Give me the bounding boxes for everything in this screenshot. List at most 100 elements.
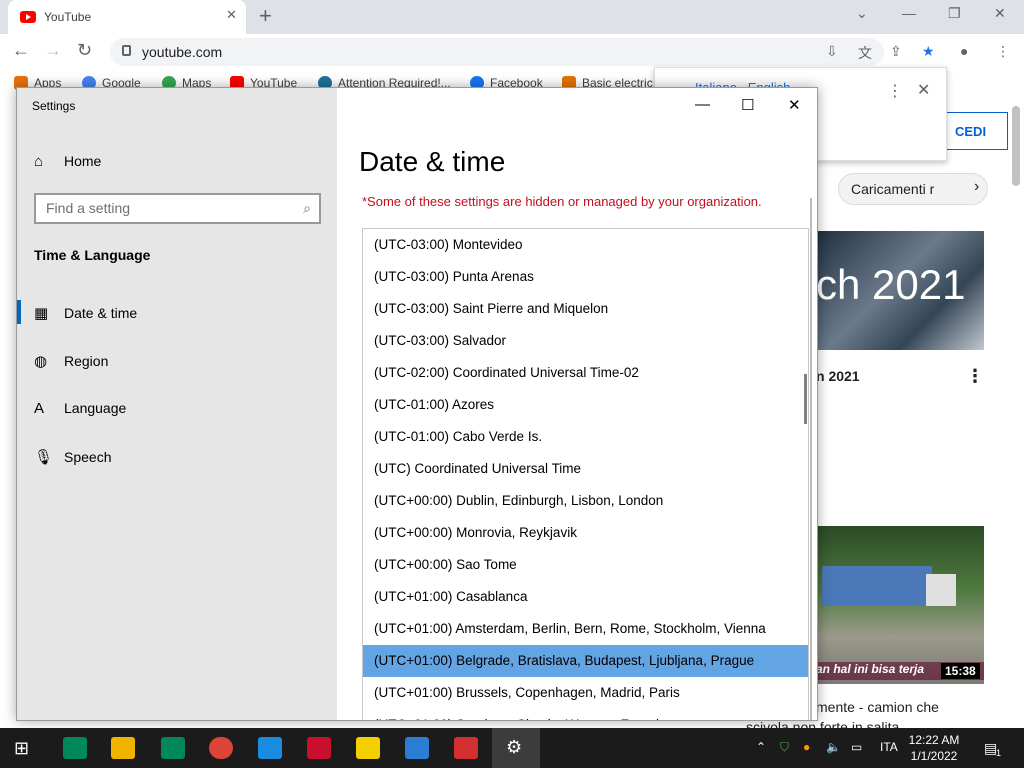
app-l-icon[interactable] xyxy=(258,737,282,759)
back-icon[interactable]: ← xyxy=(12,40,30,61)
tab-youtube[interactable]: YouTube ✕ xyxy=(8,0,246,34)
volume-icon[interactable]: 🔈 xyxy=(826,740,841,754)
chrome-icon[interactable] xyxy=(209,737,233,759)
page-scrollbar[interactable] xyxy=(1012,106,1020,186)
translate-close-icon[interactable]: ✕ xyxy=(917,80,930,100)
settings-window: Settings ⌂ Home Find a setting ⌕ Time & L… xyxy=(16,87,818,721)
section-heading: Time & Language xyxy=(34,247,151,263)
find-setting-input[interactable]: Find a setting ⌕ xyxy=(34,193,321,224)
network-icon[interactable]: ▭ xyxy=(851,740,862,754)
microphone-icon: 🎙 xyxy=(34,449,54,466)
settings-gear-icon: ⚙ xyxy=(506,737,523,757)
nav-region[interactable]: ◍ Region xyxy=(34,352,108,370)
sign-in-button[interactable]: CEDI xyxy=(946,112,1008,150)
thumbnail-overlay-text: ch 2021 xyxy=(816,261,966,308)
browser-tab-strip: YouTube ✕ + ⌄ — ❐ ✕ xyxy=(0,0,1024,34)
timezone-option[interactable]: (UTC+01:00) Brussels, Copenhagen, Madrid… xyxy=(363,677,808,709)
timezone-option[interactable]: (UTC+01:00) Belgrade, Bratislava, Budape… xyxy=(363,645,808,677)
search-icon[interactable]: ⌕ xyxy=(303,200,311,217)
install-icon[interactable]: ⇩ xyxy=(826,43,838,60)
timezone-option[interactable]: (UTC-03:00) Punta Arenas xyxy=(363,261,808,293)
translate-icon[interactable]: 文 xyxy=(858,43,872,63)
timezone-option[interactable]: (UTC-01:00) Azores xyxy=(363,389,808,421)
timezone-option[interactable]: (UTC-03:00) Salvador xyxy=(363,325,808,357)
url-text[interactable]: youtube.com xyxy=(142,44,222,60)
page-title: Date & time xyxy=(359,146,506,177)
tab-title: YouTube xyxy=(44,10,92,24)
timezone-option[interactable]: (UTC-03:00) Montevideo xyxy=(363,229,808,261)
nav-home[interactable]: ⌂ Home xyxy=(34,153,101,170)
video-thumbnail[interactable]: an hal ini bisa terja 15:38 xyxy=(816,526,984,684)
timezone-option[interactable]: (UTC+01:00) Sarajevo, Skopje, Warsaw, Za… xyxy=(363,709,808,720)
truck-illustration xyxy=(822,566,932,606)
clock-time: 12:22 AM xyxy=(908,733,960,747)
timezone-option[interactable]: (UTC+01:00) Amsterdam, Berlin, Bern, Rom… xyxy=(363,613,808,645)
timezone-option[interactable]: (UTC+01:00) Casablanca xyxy=(363,581,808,613)
timezone-dropdown-list[interactable]: (UTC-03:00) Montevideo (UTC-03:00) Punta … xyxy=(362,228,809,720)
settings-nav-pane: Settings ⌂ Home Find a setting ⌕ Time & L… xyxy=(17,88,337,720)
app-credit-agricole-2-icon[interactable] xyxy=(161,737,185,759)
sticky-notes-icon[interactable] xyxy=(356,737,380,759)
timezone-option[interactable]: (UTC) Coordinated Universal Time xyxy=(363,453,808,485)
nav-date-time[interactable]: ▦ Date & time xyxy=(34,304,137,322)
video-title[interactable]: n 2021 xyxy=(816,368,860,384)
content-scrollbar[interactable] xyxy=(810,198,812,720)
window-title: Settings xyxy=(32,99,76,113)
filter-chip[interactable]: Caricamenti r xyxy=(838,173,988,205)
translator-icon[interactable] xyxy=(405,737,429,759)
managed-notice: *Some of these settings are hidden or ma… xyxy=(362,194,762,209)
timezone-option[interactable]: (UTC+00:00) Dublin, Edinburgh, Lisbon, L… xyxy=(363,485,808,517)
forward-icon[interactable]: → xyxy=(44,40,62,61)
chevron-up-icon[interactable]: ⌃ xyxy=(756,740,766,754)
notification-count: 1 xyxy=(996,748,1002,758)
nav-speech[interactable]: 🎙 Speech xyxy=(34,448,111,466)
nav-language[interactable]: A Language xyxy=(34,400,126,417)
new-tab-button[interactable]: + xyxy=(259,3,272,29)
menu-icon[interactable]: ⋮ xyxy=(996,43,1010,60)
close-window-icon[interactable]: ✕ xyxy=(994,5,1006,22)
video-thumbnail[interactable]: ch 2021 xyxy=(816,231,984,350)
youtube-favicon-icon xyxy=(20,11,36,23)
translate-options-icon[interactable]: ⋮ xyxy=(887,81,903,101)
timezone-option[interactable]: (UTC+00:00) Sao Tome xyxy=(363,549,808,581)
shield-icon[interactable]: ⛉ xyxy=(780,740,789,755)
timezone-option[interactable]: (UTC+00:00) Monrovia, Reykjavik xyxy=(363,517,808,549)
wps-office-icon[interactable] xyxy=(454,737,478,759)
minimize-icon[interactable]: — xyxy=(902,5,916,21)
mail-icon[interactable] xyxy=(307,737,331,759)
language-icon: A xyxy=(34,400,45,417)
restore-icon[interactable]: ❐ xyxy=(948,5,961,22)
share-icon[interactable]: ⇪ xyxy=(890,43,902,60)
windows-start-icon[interactable]: ⊞ xyxy=(14,738,29,759)
avast-icon[interactable]: ● xyxy=(803,740,810,754)
list-scrollbar-thumb[interactable] xyxy=(804,374,807,424)
clock-date: 1/1/2022 xyxy=(910,749,958,763)
video-duration: 15:38 xyxy=(941,663,980,679)
timezone-option[interactable]: (UTC-03:00) Saint Pierre and Miquelon xyxy=(363,293,808,325)
reload-icon[interactable]: ↻ xyxy=(77,40,92,61)
timezone-option[interactable]: (UTC-01:00) Cabo Verde Is. xyxy=(363,421,808,453)
address-bar[interactable]: youtube.com xyxy=(110,38,884,66)
maximize-icon[interactable]: ☐ xyxy=(741,96,754,114)
truck-cab-illustration xyxy=(926,574,956,606)
globe-icon: ◍ xyxy=(34,353,48,370)
profile-icon[interactable]: ● xyxy=(960,43,968,59)
youtube-page: CEDI Caricamenti r › ch 2021 n 2021 ⋮ an… xyxy=(746,96,1024,735)
tab-search-icon[interactable]: ⌄ xyxy=(856,5,868,22)
calendar-clock-icon: ▦ xyxy=(34,305,49,322)
browser-toolbar: ← → ↻ youtube.com ⇩ 文 ⇪ ★ ● ⋮ xyxy=(0,34,1024,70)
file-explorer-icon[interactable] xyxy=(111,737,135,759)
video-title[interactable]: mente - camion che xyxy=(816,699,939,715)
windows-taskbar: ⊞ ⚙ ⌃ ⛉ ● 🔈 ▭ ITA 12:22 AM 1/1/2022 ▤ 1 xyxy=(0,728,1024,768)
chevron-right-icon[interactable]: › xyxy=(974,178,979,196)
app-credit-agricole-icon[interactable] xyxy=(63,737,87,759)
timezone-option[interactable]: (UTC-02:00) Coordinated Universal Time-0… xyxy=(363,357,808,389)
close-icon[interactable]: ✕ xyxy=(788,96,801,114)
lock-icon[interactable] xyxy=(122,45,131,56)
minimize-icon[interactable]: — xyxy=(695,96,710,113)
bookmark-star-icon[interactable]: ★ xyxy=(922,43,935,60)
input-language[interactable]: ITA xyxy=(880,740,898,754)
more-options-icon[interactable]: ⋮ xyxy=(966,366,984,387)
clock[interactable]: 12:22 AM 1/1/2022 xyxy=(904,732,964,764)
tab-close-icon[interactable]: ✕ xyxy=(226,7,237,23)
